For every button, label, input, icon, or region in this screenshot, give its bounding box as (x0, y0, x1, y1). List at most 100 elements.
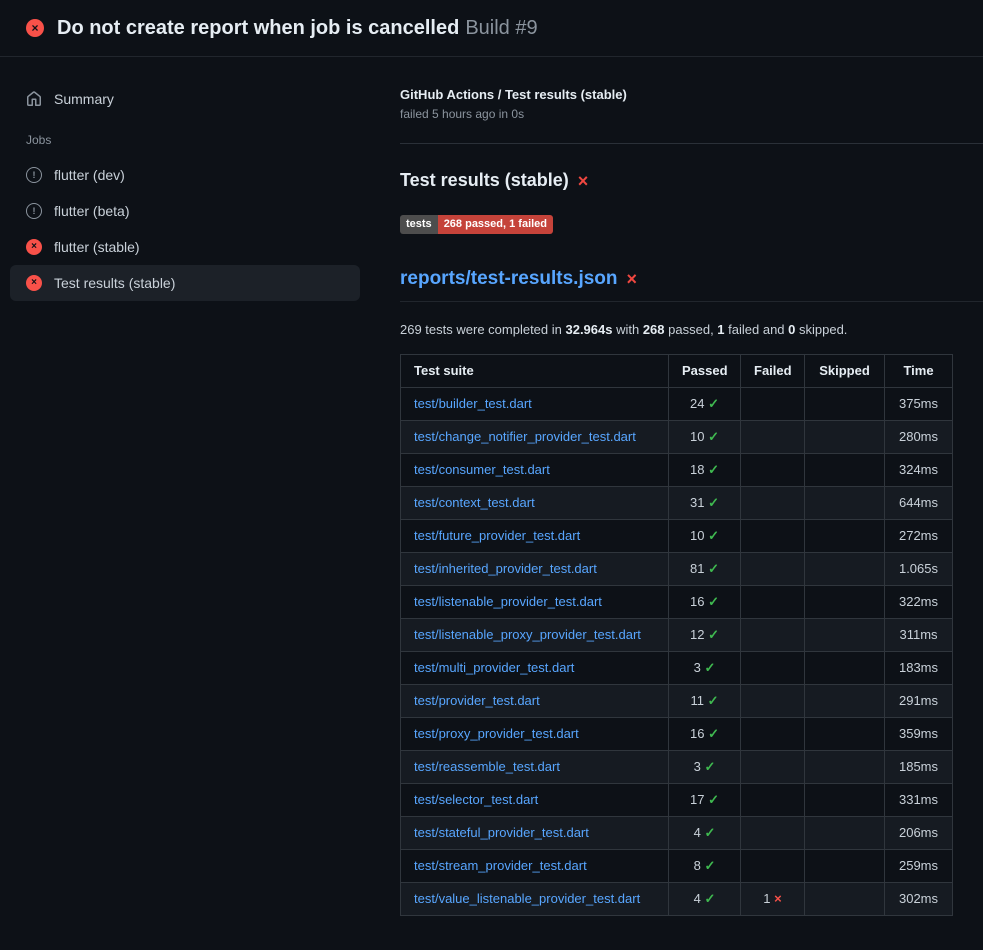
test-suite-link[interactable]: test/listenable_proxy_provider_test.dart (414, 627, 641, 642)
passed-cell: 16 ✓ (669, 718, 741, 751)
table-row: test/value_listenable_provider_test.dart… (401, 883, 953, 916)
test-suite-link[interactable]: test/reassemble_test.dart (414, 759, 560, 774)
time-cell: 183ms (885, 652, 953, 685)
table-row: test/builder_test.dart 24 ✓ 375ms (401, 388, 953, 421)
test-suite-cell: test/stream_provider_test.dart (401, 850, 669, 883)
check-icon: ✓ (708, 429, 719, 444)
badge-value: 268 passed, 1 failed (438, 215, 553, 234)
table-row: test/reassemble_test.dart 3 ✓ 185ms (401, 751, 953, 784)
home-icon (26, 91, 42, 107)
passed-cell: 17 ✓ (669, 784, 741, 817)
failed-cell (741, 454, 805, 487)
table-row: test/listenable_provider_test.dart 16 ✓ … (401, 586, 953, 619)
sidebar-job-item[interactable]: ! flutter (dev) (10, 157, 360, 193)
passed-cell: 4 ✓ (669, 883, 741, 916)
table-row: test/consumer_test.dart 18 ✓ 324ms (401, 454, 953, 487)
skipped-cell (805, 817, 885, 850)
test-suite-link[interactable]: test/change_notifier_provider_test.dart (414, 429, 636, 444)
test-suite-link[interactable]: test/builder_test.dart (414, 396, 532, 411)
table-row: test/selector_test.dart 17 ✓ 331ms (401, 784, 953, 817)
sidebar-job-item[interactable]: ! flutter (beta) (10, 193, 360, 229)
time-cell: 322ms (885, 586, 953, 619)
time-cell: 185ms (885, 751, 953, 784)
header-bar: × Do not create report when job is cance… (0, 0, 983, 57)
skipped-cell (805, 388, 885, 421)
skipped-cell (805, 520, 885, 553)
summary-passed-count: 268 (643, 322, 665, 337)
summary-text: passed, (665, 322, 718, 337)
test-suite-link[interactable]: test/inherited_provider_test.dart (414, 561, 597, 576)
passed-cell: 10 ✓ (669, 421, 741, 454)
table-row: test/future_provider_test.dart 10 ✓ 272m… (401, 520, 953, 553)
report-file-link[interactable]: reports/test-results.json (400, 268, 618, 290)
test-suite-cell: test/proxy_provider_test.dart (401, 718, 669, 751)
passed-count: 16 (690, 594, 708, 609)
failed-cell (741, 850, 805, 883)
passed-cell: 31 ✓ (669, 487, 741, 520)
test-suite-cell: test/listenable_provider_test.dart (401, 586, 669, 619)
table-row: test/change_notifier_provider_test.dart … (401, 421, 953, 454)
job-label: flutter (beta) (54, 203, 129, 219)
passed-cell: 3 ✓ (669, 652, 741, 685)
test-suite-link[interactable]: test/value_listenable_provider_test.dart (414, 891, 640, 906)
check-run-title: Do not create report when job is cancell… (57, 17, 459, 39)
failed-cell (741, 586, 805, 619)
report-heading: reports/test-results.json × (400, 268, 983, 302)
test-suite-link[interactable]: test/consumer_test.dart (414, 462, 550, 477)
failed-cell (741, 520, 805, 553)
skipped-cell (805, 487, 885, 520)
skipped-cell (805, 784, 885, 817)
sidebar-job-item[interactable]: × Test results (stable) (10, 265, 360, 301)
test-suite-link[interactable]: test/selector_test.dart (414, 792, 538, 807)
test-suite-link[interactable]: test/listenable_provider_test.dart (414, 594, 602, 609)
test-results-table: Test suite Passed Failed Skipped Time te… (400, 354, 953, 916)
test-suite-cell: test/builder_test.dart (401, 388, 669, 421)
failed-cell (741, 718, 805, 751)
skipped-cell (805, 619, 885, 652)
summary-text: failed and (725, 322, 789, 337)
cross-icon: × (774, 891, 782, 906)
col-skipped: Skipped (805, 355, 885, 388)
time-cell: 272ms (885, 520, 953, 553)
skipped-cell (805, 850, 885, 883)
summary-failed-count: 1 (717, 322, 724, 337)
test-suite-link[interactable]: test/stream_provider_test.dart (414, 858, 587, 873)
time-cell: 324ms (885, 454, 953, 487)
passed-count: 3 (694, 759, 705, 774)
test-suite-link[interactable]: test/multi_provider_test.dart (414, 660, 574, 675)
run-status-text: failed 5 hours ago in 0s (400, 107, 983, 121)
test-suite-link[interactable]: test/future_provider_test.dart (414, 528, 580, 543)
test-suite-cell: test/future_provider_test.dart (401, 520, 669, 553)
passed-count: 18 (690, 462, 708, 477)
test-suite-cell: test/inherited_provider_test.dart (401, 553, 669, 586)
skipped-cell (805, 421, 885, 454)
page-title: Do not create report when job is cancell… (57, 17, 538, 40)
failed-cell (741, 817, 805, 850)
test-suite-link[interactable]: test/provider_test.dart (414, 693, 540, 708)
test-suite-link[interactable]: test/context_test.dart (414, 495, 535, 510)
failed-cell (741, 487, 805, 520)
check-icon: ✓ (708, 462, 719, 477)
passed-count: 24 (690, 396, 708, 411)
sidebar-job-item[interactable]: × flutter (stable) (10, 229, 360, 265)
table-row: test/provider_test.dart 11 ✓ 291ms (401, 685, 953, 718)
passed-cell: 11 ✓ (669, 685, 741, 718)
passed-cell: 24 ✓ (669, 388, 741, 421)
test-suite-cell: test/multi_provider_test.dart (401, 652, 669, 685)
test-suite-link[interactable]: test/stateful_provider_test.dart (414, 825, 589, 840)
cross-mark-icon: × (578, 172, 589, 190)
skipped-cell (805, 454, 885, 487)
sidebar-item-summary[interactable]: Summary (10, 81, 360, 117)
passed-count: 8 (694, 858, 705, 873)
time-cell: 311ms (885, 619, 953, 652)
passed-cell: 3 ✓ (669, 751, 741, 784)
test-suite-cell: test/selector_test.dart (401, 784, 669, 817)
skipped-cell (805, 718, 885, 751)
job-label: flutter (dev) (54, 167, 125, 183)
test-suite-link[interactable]: test/proxy_provider_test.dart (414, 726, 579, 741)
time-cell: 259ms (885, 850, 953, 883)
passed-count: 4 (694, 891, 705, 906)
failed-cell (741, 388, 805, 421)
failed-count: 1 (763, 891, 774, 906)
x-circle-icon: × (26, 275, 42, 291)
